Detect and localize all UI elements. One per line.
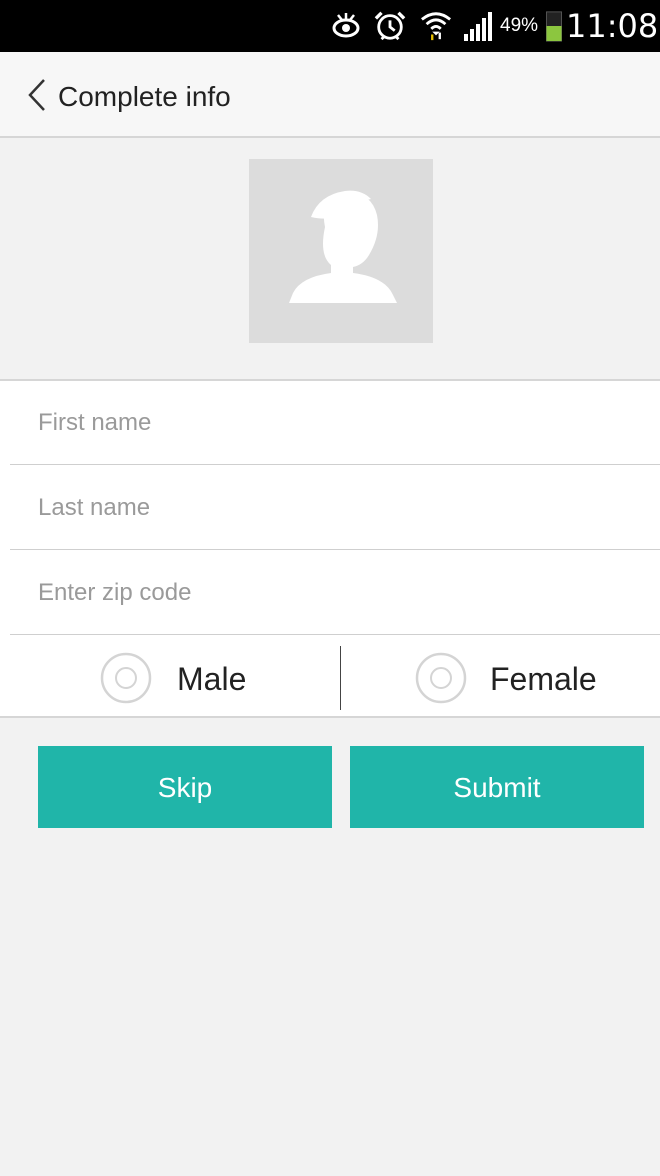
app-header: Complete info: [0, 52, 660, 138]
clock-time: 11:08: [566, 7, 659, 45]
radio-button-icon[interactable]: [415, 652, 467, 704]
eye-icon: [332, 13, 360, 38]
profile-form: Male Female: [0, 379, 660, 718]
signal-icon: [464, 12, 492, 41]
wifi-icon: [421, 12, 451, 41]
avatar[interactable]: [249, 159, 433, 343]
skip-button[interactable]: Skip: [38, 746, 332, 828]
last-name-row: [10, 466, 660, 550]
chevron-left-icon[interactable]: [24, 77, 52, 113]
gender-option-female[interactable]: Female: [415, 636, 635, 718]
gender-divider: [340, 646, 341, 710]
alarm-icon: [374, 11, 406, 41]
zip-code-row: [10, 551, 660, 635]
gender-label-female: Female: [490, 661, 597, 697]
submit-button[interactable]: Submit: [350, 746, 644, 828]
gender-label-male: Male: [177, 661, 247, 697]
avatar-section: [0, 140, 660, 380]
battery-percent: 49%: [500, 15, 539, 36]
gender-option-male[interactable]: Male: [100, 636, 300, 718]
first-name-row: [10, 381, 660, 465]
status-bar: 49% 11:08: [0, 0, 660, 52]
last-name-field[interactable]: [38, 466, 638, 550]
page-title: Complete info: [58, 81, 231, 112]
gender-selector: Male Female: [0, 636, 660, 718]
zip-code-field[interactable]: [38, 551, 638, 635]
radio-button-icon[interactable]: [100, 652, 152, 704]
battery-icon: [546, 11, 562, 42]
first-name-field[interactable]: [38, 381, 638, 465]
person-silhouette-icon: [289, 190, 397, 303]
